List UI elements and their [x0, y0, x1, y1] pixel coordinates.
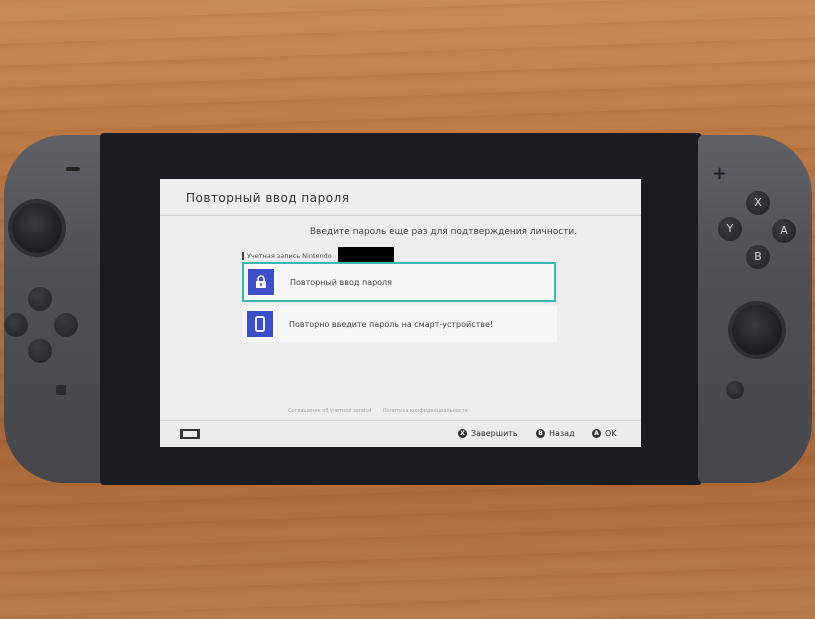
- back-button[interactable]: B Назад: [536, 429, 575, 438]
- ok-button[interactable]: A OK: [592, 429, 617, 438]
- plus-button[interactable]: +: [712, 165, 727, 183]
- account-agreement-link[interactable]: Соглашение об учетной записи: [288, 408, 371, 414]
- home-button[interactable]: [726, 381, 744, 399]
- capture-button[interactable]: [56, 385, 66, 395]
- smart-device-icon: [247, 311, 273, 337]
- finish-button[interactable]: X Завершить: [458, 429, 518, 438]
- y-button[interactable]: Y: [718, 217, 742, 241]
- option-label: Повторно введите пароль на смарт-устройс…: [289, 319, 494, 329]
- x-button[interactable]: X: [746, 191, 770, 215]
- prompt-label: Введите пароль еще раз для подтверждения…: [309, 227, 578, 237]
- page-title: Повторный ввод пароля: [186, 191, 350, 205]
- dpad-right-button[interactable]: [54, 313, 78, 337]
- account-label: Учетная запись Nintendo: [247, 252, 332, 260]
- back-label: Назад: [549, 429, 575, 438]
- a-button[interactable]: A: [772, 219, 796, 243]
- footer-links: Соглашение об учетной записи Политика ко…: [288, 408, 478, 414]
- option-smart-device[interactable]: Повторно введите пароль на смарт-устройс…: [243, 306, 557, 342]
- screen-header: Повторный ввод пароля: [160, 179, 641, 216]
- left-stick[interactable]: [12, 203, 62, 253]
- privacy-policy-link[interactable]: Политика конфиденциальности: [383, 408, 468, 414]
- dpad-left-button[interactable]: [4, 313, 28, 337]
- prompt-text: Введите пароль еще раз для подтверждения…: [160, 227, 641, 237]
- dpad-down-button[interactable]: [28, 339, 52, 363]
- b-key-icon: B: [536, 429, 545, 438]
- minus-button[interactable]: [66, 167, 80, 171]
- account-marker: [242, 252, 244, 260]
- finish-label: Завершить: [471, 429, 518, 438]
- dpad-up-button[interactable]: [28, 287, 52, 311]
- option-label: Повторный ввод пароля: [290, 277, 392, 287]
- left-joycon: [4, 135, 110, 483]
- b-button[interactable]: B: [746, 245, 770, 269]
- a-key-icon: A: [592, 429, 601, 438]
- screen-footer: X Завершить B Назад A OK: [160, 420, 641, 447]
- option-reenter-password[interactable]: Повторный ввод пароля: [242, 262, 556, 302]
- x-key-icon: X: [458, 429, 467, 438]
- lock-icon: [248, 269, 274, 295]
- ok-label: OK: [605, 429, 617, 438]
- right-joycon: + X Y A B: [698, 135, 812, 483]
- right-stick[interactable]: [732, 305, 782, 355]
- system-screen: Повторный ввод пароля Введите пароль еще…: [160, 179, 641, 447]
- handheld-mode-icon: [180, 429, 200, 439]
